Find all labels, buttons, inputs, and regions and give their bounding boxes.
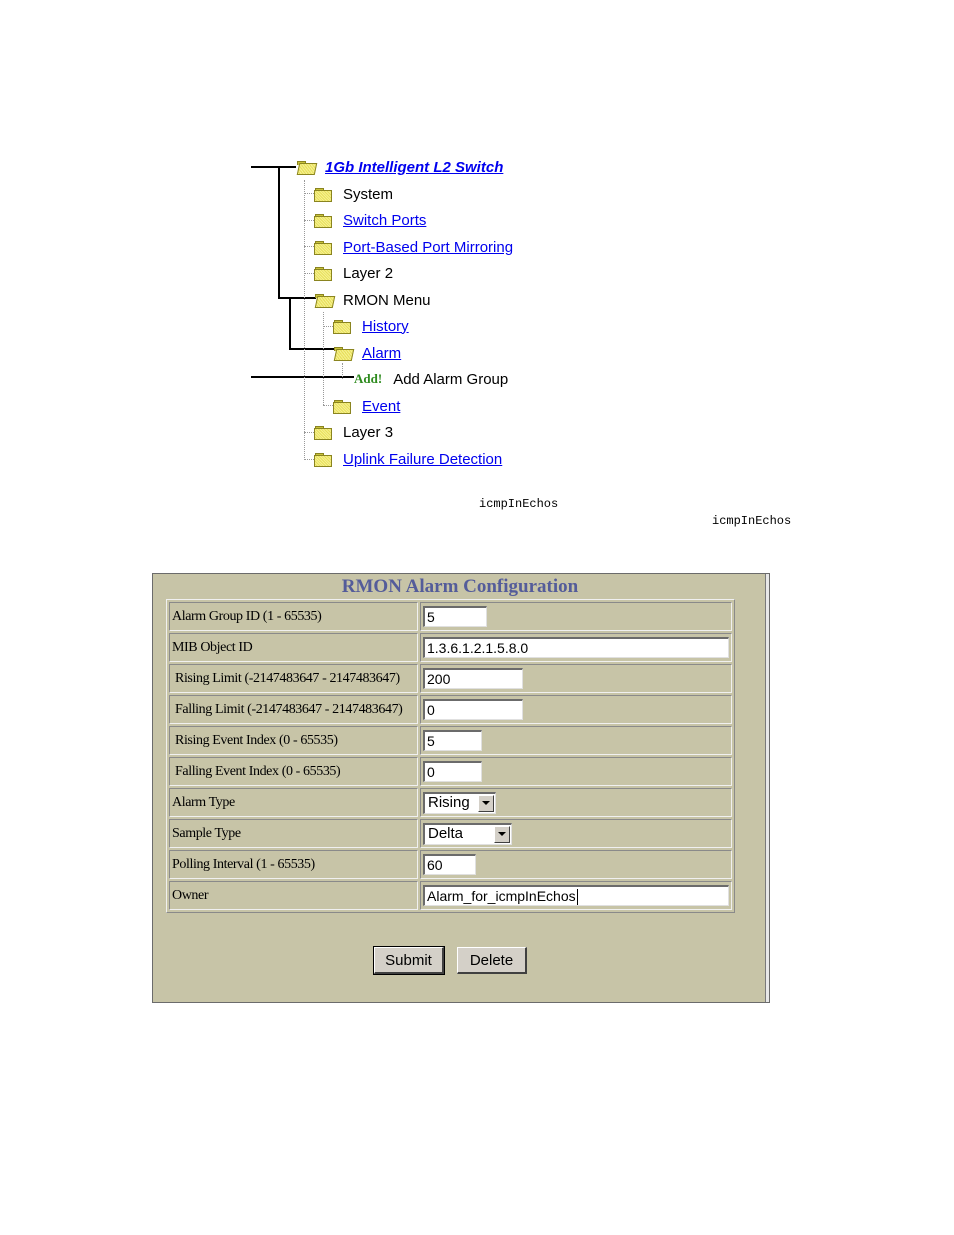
tree-item-add-alarm-group[interactable]: Add! Add Alarm Group	[354, 368, 508, 390]
tree-item-history[interactable]: History	[333, 315, 409, 337]
navigation-tree: 1Gb Intelligent L2 Switch System Switch …	[0, 0, 954, 480]
sample-type-value: Delta	[428, 825, 464, 842]
tree-guide	[304, 180, 305, 460]
folder-icon	[314, 213, 332, 228]
field-label: Rising Event Index (0 - 65535)	[169, 726, 418, 755]
submit-button[interactable]: Submit	[373, 946, 445, 975]
callout-line	[278, 297, 316, 299]
field-label: Falling Limit (-2147483647 - 2147483647)	[169, 695, 418, 724]
tree-item-event[interactable]: Event	[333, 395, 400, 417]
rmon-alarm-config-panel: RMON Alarm Configuration Alarm Group ID …	[152, 573, 770, 1003]
tree-item-label: Add Alarm Group	[393, 370, 509, 388]
callout-line	[251, 166, 296, 168]
tree-guide	[304, 193, 314, 194]
sample-type-select[interactable]: Delta	[423, 822, 512, 845]
tree-root[interactable]: 1Gb Intelligent L2 Switch	[296, 156, 503, 178]
delete-button[interactable]: Delete	[457, 947, 527, 974]
tree-item-label: Layer 3	[343, 423, 394, 441]
folder-icon	[333, 319, 351, 334]
alarm-type-value: Rising	[428, 794, 470, 811]
callout-line	[251, 376, 354, 378]
tree-item-link[interactable]: Alarm	[362, 345, 401, 362]
field-label: Sample Type	[169, 819, 418, 848]
tree-guide	[304, 273, 314, 274]
alarm-type-select[interactable]: Rising	[423, 791, 496, 814]
folder-icon	[314, 187, 332, 202]
falling-event-index-input[interactable]: 0	[423, 761, 482, 782]
table-row: Alarm Group ID (1 - 65535) 5	[169, 602, 732, 631]
field-label: Alarm Group ID (1 - 65535)	[169, 602, 418, 631]
table-row: Alarm Type Rising	[169, 788, 732, 817]
tree-item-system[interactable]: System	[314, 183, 393, 205]
field-label: Polling Interval (1 - 65535)	[169, 850, 418, 879]
table-row: Falling Limit (-2147483647 - 2147483647)…	[169, 695, 732, 724]
rising-event-index-input[interactable]: 5	[423, 730, 482, 751]
field-label: Owner	[169, 881, 418, 910]
tree-item-link[interactable]: Switch Ports	[343, 212, 426, 229]
chevron-down-icon[interactable]	[494, 825, 510, 843]
tree-item-link[interactable]: Uplink Failure Detection	[343, 451, 502, 468]
callout-line	[278, 166, 280, 299]
table-row: Rising Event Index (0 - 65535) 5	[169, 726, 732, 755]
table-row: MIB Object ID 1.3.6.1.2.1.5.8.0	[169, 633, 732, 662]
tree-item-label: RMON Menu	[343, 291, 431, 309]
tree-item-alarm[interactable]: Alarm	[333, 342, 401, 364]
folder-icon	[314, 240, 332, 255]
tree-guide	[323, 405, 333, 406]
table-row: Falling Event Index (0 - 65535) 0	[169, 757, 732, 786]
tree-root-link[interactable]: 1Gb Intelligent L2 Switch	[325, 159, 503, 176]
mono-text: icmpInEchos	[712, 514, 792, 528]
table-row: Polling Interval (1 - 65535) 60	[169, 850, 732, 879]
mib-object-id-input[interactable]: 1.3.6.1.2.1.5.8.0	[423, 637, 729, 658]
callout-line	[289, 297, 291, 350]
folder-icon	[314, 425, 332, 440]
field-label: MIB Object ID	[169, 633, 418, 662]
falling-limit-input[interactable]: 0	[423, 699, 523, 720]
tree-guide	[304, 432, 314, 433]
tree-guide	[304, 220, 314, 221]
owner-value: Alarm_for_icmpInEchos	[427, 888, 576, 904]
tree-item-link[interactable]: Event	[362, 398, 400, 415]
folder-icon	[314, 452, 332, 467]
owner-input[interactable]: Alarm_for_icmpInEchos	[423, 885, 729, 906]
folder-open-icon	[314, 293, 336, 308]
callout-line	[289, 348, 335, 350]
tree-item-port-mirroring[interactable]: Port-Based Port Mirroring	[314, 236, 513, 258]
text-cursor	[576, 889, 578, 906]
add-icon: Add!	[354, 371, 383, 386]
mono-text: icmpInEchos	[479, 497, 559, 511]
config-table: Alarm Group ID (1 - 65535) 5 MIB Object …	[166, 599, 735, 913]
field-label: Alarm Type	[169, 788, 418, 817]
tree-item-layer-2[interactable]: Layer 2	[314, 262, 393, 284]
tree-item-link[interactable]: Port-Based Port Mirroring	[343, 239, 513, 256]
chevron-down-icon[interactable]	[478, 794, 494, 812]
panel-title: RMON Alarm Configuration	[341, 576, 579, 597]
tree-item-label: System	[343, 185, 394, 203]
tree-guide	[304, 459, 314, 460]
tree-guide	[323, 326, 333, 327]
table-row: Sample Type Delta	[169, 819, 732, 848]
field-label: Rising Limit (-2147483647 - 2147483647)	[169, 664, 418, 693]
folder-open-icon	[333, 346, 355, 361]
tree-guide	[304, 246, 314, 247]
tree-item-uplink-failure[interactable]: Uplink Failure Detection	[314, 448, 502, 470]
folder-open-icon	[296, 160, 318, 175]
polling-interval-input[interactable]: 60	[423, 854, 476, 875]
field-label: Falling Event Index (0 - 65535)	[169, 757, 418, 786]
rising-limit-input[interactable]: 200	[423, 668, 523, 689]
tree-item-link[interactable]: History	[362, 318, 409, 335]
table-row: Rising Limit (-2147483647 - 2147483647) …	[169, 664, 732, 693]
tree-item-switch-ports[interactable]: Switch Ports	[314, 209, 426, 231]
folder-icon	[333, 399, 351, 414]
table-row: Owner Alarm_for_icmpInEchos	[169, 881, 732, 910]
tree-item-layer-3[interactable]: Layer 3	[314, 421, 393, 443]
alarm-group-id-input[interactable]: 5	[423, 606, 487, 627]
tree-item-rmon-menu[interactable]: RMON Menu	[314, 289, 431, 311]
tree-item-label: Layer 2	[343, 264, 394, 282]
folder-icon	[314, 266, 332, 281]
tree-guide	[342, 363, 343, 379]
